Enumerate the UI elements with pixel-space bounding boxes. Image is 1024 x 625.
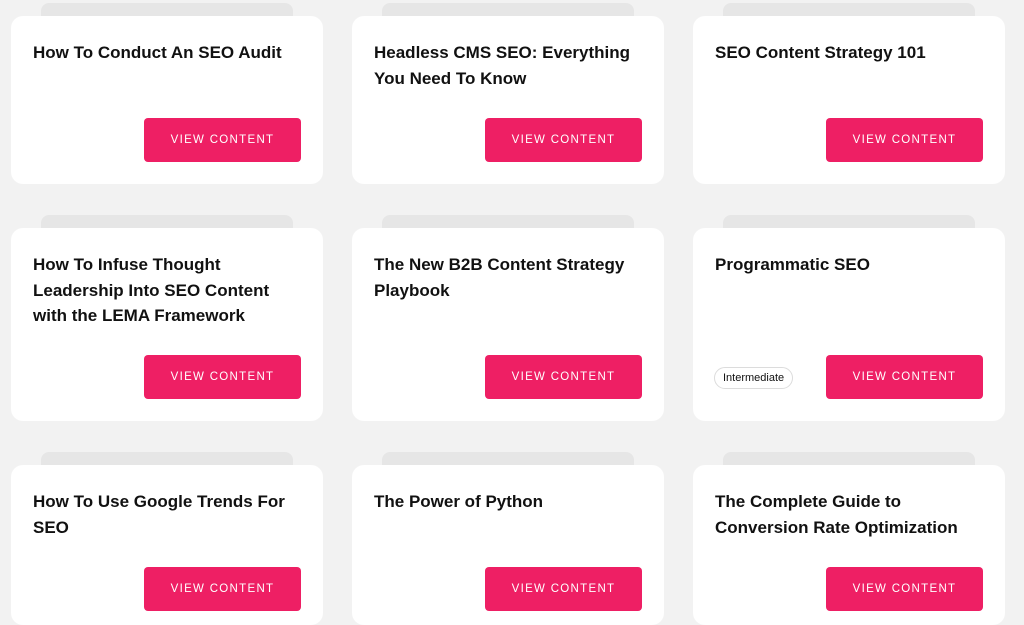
content-card: How To Infuse Thought Leadership Into SE… <box>11 215 323 421</box>
content-card: SEO Content Strategy 101 VIEW CONTENT <box>693 3 1005 184</box>
view-content-button[interactable]: VIEW CONTENT <box>826 355 983 399</box>
content-card: The Complete Guide to Conversion Rate Op… <box>693 452 1005 625</box>
view-content-button[interactable]: VIEW CONTENT <box>826 567 983 611</box>
card-title: The Power of Python <box>374 492 544 511</box>
content-card: The Power of Python VIEW CONTENT <box>352 452 664 625</box>
card-title: Headless CMS SEO: Everything You Need To… <box>374 43 631 88</box>
content-card: Headless CMS SEO: Everything You Need To… <box>352 3 664 184</box>
content-card-body: The Complete Guide to Conversion Rate Op… <box>693 465 1005 625</box>
view-content-button[interactable]: VIEW CONTENT <box>144 118 301 162</box>
view-content-button[interactable]: VIEW CONTENT <box>485 118 642 162</box>
content-card-body: The Power of Python VIEW CONTENT <box>352 465 664 625</box>
content-card-body: How To Infuse Thought Leadership Into SE… <box>11 228 323 421</box>
view-content-button[interactable]: VIEW CONTENT <box>144 355 301 399</box>
content-card-body: SEO Content Strategy 101 VIEW CONTENT <box>693 16 1005 184</box>
card-title: The Complete Guide to Conversion Rate Op… <box>715 492 958 537</box>
content-card: The New B2B Content Strategy Playbook VI… <box>352 215 664 421</box>
card-title: SEO Content Strategy 101 <box>715 43 926 62</box>
view-content-button[interactable]: VIEW CONTENT <box>144 567 301 611</box>
card-title: How To Use Google Trends For SEO <box>33 492 285 537</box>
card-title: Programmatic SEO <box>715 255 870 274</box>
view-content-button[interactable]: VIEW CONTENT <box>826 118 983 162</box>
card-title: How To Infuse Thought Leadership Into SE… <box>33 255 270 325</box>
content-card-body: How To Conduct An SEO Audit VIEW CONTENT <box>11 16 323 184</box>
content-card-body: Programmatic SEO Intermediate VIEW CONTE… <box>693 228 1005 421</box>
content-card-body: Headless CMS SEO: Everything You Need To… <box>352 16 664 184</box>
view-content-button[interactable]: VIEW CONTENT <box>485 567 642 611</box>
content-card-body: The New B2B Content Strategy Playbook VI… <box>352 228 664 421</box>
content-card: Programmatic SEO Intermediate VIEW CONTE… <box>693 215 1005 421</box>
content-card: How To Use Google Trends For SEO VIEW CO… <box>11 452 323 625</box>
content-card-body: How To Use Google Trends For SEO VIEW CO… <box>11 465 323 625</box>
card-title: The New B2B Content Strategy Playbook <box>374 255 625 300</box>
level-badge: Intermediate <box>714 367 794 389</box>
card-title: How To Conduct An SEO Audit <box>33 43 282 62</box>
content-card: How To Conduct An SEO Audit VIEW CONTENT <box>11 3 323 184</box>
view-content-button[interactable]: VIEW CONTENT <box>485 355 642 399</box>
